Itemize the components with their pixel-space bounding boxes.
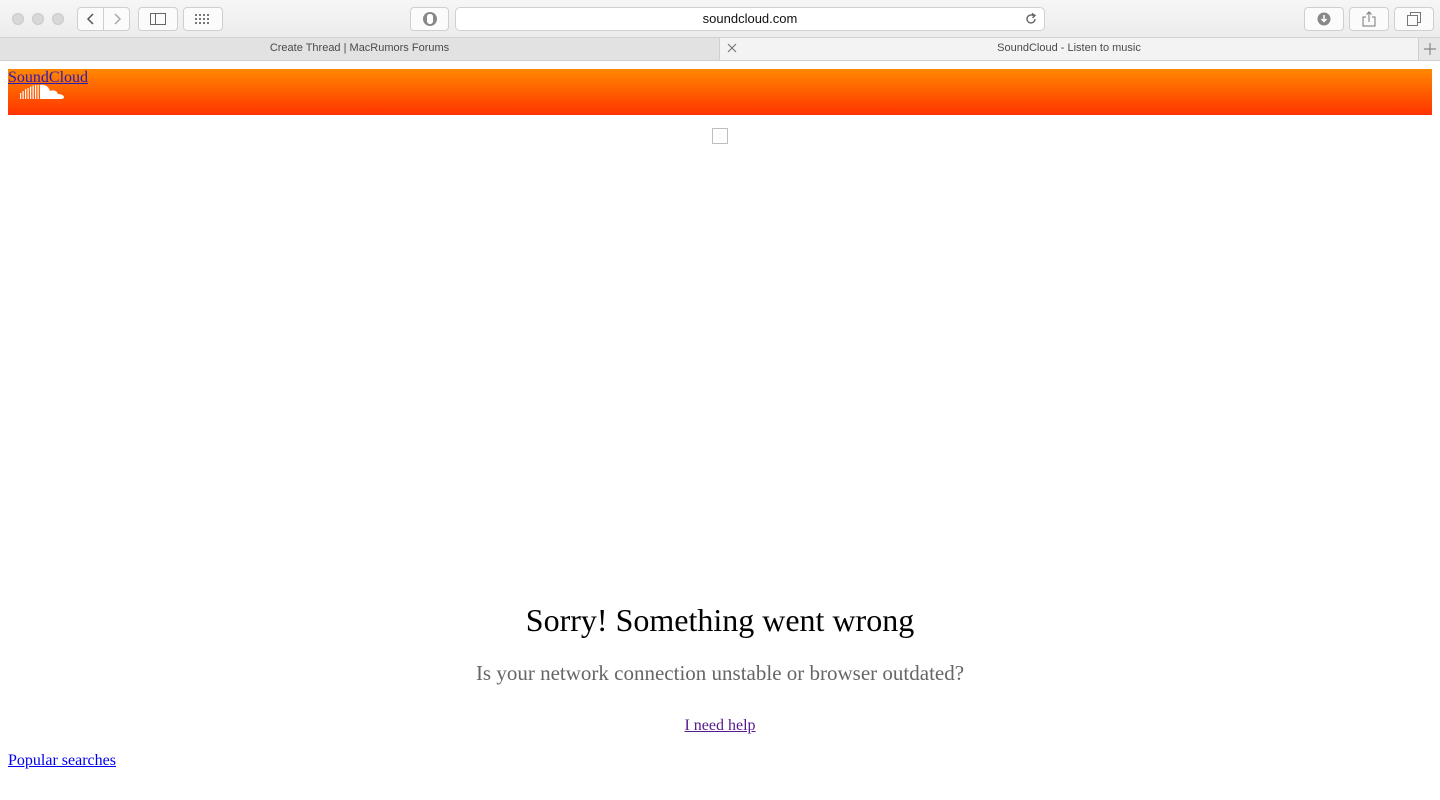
tabs-icon [1407,12,1421,26]
minimize-window-button[interactable] [32,13,44,25]
new-tab-button[interactable] [1418,38,1440,60]
site-header: SoundCloud [8,69,1432,115]
popular-searches-container: Popular searches [8,752,116,770]
sidebar-button[interactable] [138,7,178,31]
tab-title: SoundCloud - Listen to music [997,42,1141,54]
shield-icon [422,12,437,26]
soundcloud-cloud-icon [20,84,64,99]
forward-button[interactable] [103,7,130,31]
share-button[interactable] [1349,7,1389,31]
share-icon [1362,11,1376,27]
popular-searches-link[interactable]: Popular searches [8,752,116,769]
error-subtitle: Is your network connection unstable or b… [475,661,965,685]
tabs-overview-button[interactable] [1394,7,1434,31]
plus-icon [1423,43,1436,55]
url-text: soundcloud.com [702,11,798,26]
downloads-button[interactable] [1304,7,1344,31]
tab-soundcloud[interactable]: SoundCloud - Listen to music [720,38,1418,60]
download-icon [1317,12,1331,26]
broken-image-placeholder [712,128,728,144]
error-title: Sorry! Something went wrong [525,602,915,638]
reload-icon[interactable] [1024,12,1038,26]
tab-macrumors[interactable]: Create Thread | MacRumors Forums [0,38,720,60]
help-link[interactable]: I need help [684,717,755,734]
close-window-button[interactable] [12,13,24,25]
tab-bar: Create Thread | MacRumors Forums SoundCl… [0,38,1440,61]
browser-toolbar: soundcloud.com [0,0,1440,38]
sidebar-icon [150,13,166,25]
back-button[interactable] [77,7,104,31]
close-icon[interactable] [727,43,737,53]
address-bar[interactable]: soundcloud.com [455,7,1045,31]
top-sites-button[interactable] [183,7,223,31]
privacy-button[interactable] [410,7,449,31]
chevron-right-icon [113,13,121,25]
zoom-window-button[interactable] [52,13,64,25]
help-link-container: I need help [0,717,1440,735]
tab-title: Create Thread | MacRumors Forums [269,42,450,54]
chevron-left-icon [86,13,94,25]
grid-icon [195,14,209,24]
